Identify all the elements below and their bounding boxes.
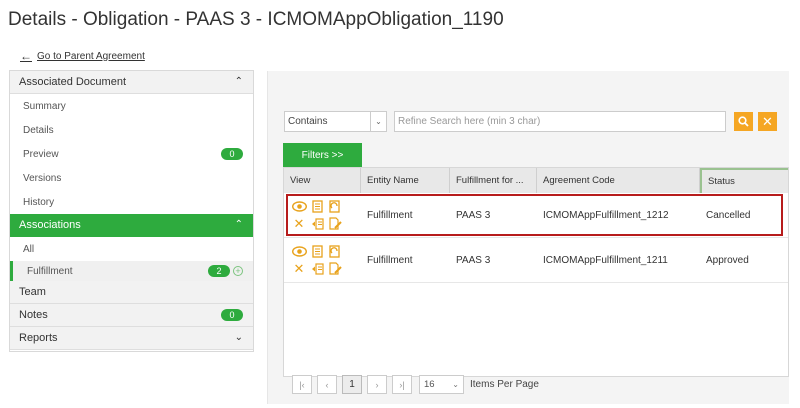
clear-search-button[interactable]: ✕	[758, 112, 777, 131]
cell-agreement-code: ICMOMAppFulfillment_1212	[543, 209, 669, 221]
chevron-up-icon: ⌃	[234, 219, 243, 230]
nav-item-all[interactable]: All	[10, 237, 253, 261]
count-badge: 0	[221, 148, 243, 160]
refresh-document-icon[interactable]	[327, 244, 343, 260]
filters-button[interactable]: Filters >>	[283, 143, 362, 167]
nav-item-label: Versions	[23, 172, 62, 184]
nav-item-label: All	[23, 243, 35, 255]
section-title: Team	[19, 286, 46, 298]
nav-item-fulfillment[interactable]: Fulfillment 2 +	[10, 261, 253, 281]
chevron-right-icon: ›	[375, 379, 379, 390]
column-header-agreement-code[interactable]: Agreement Code	[537, 168, 700, 193]
nav-item-versions[interactable]: Versions	[10, 166, 253, 190]
chevron-down-icon: ⌄	[234, 332, 243, 343]
document-icon[interactable]	[309, 244, 325, 260]
results-grid: View Entity Name Fulfillment for ... Agr…	[283, 167, 789, 377]
edit-document-icon[interactable]	[327, 261, 343, 277]
column-header-fulfillment-for[interactable]: Fulfillment for ...	[450, 168, 537, 193]
arrow-left-icon: ←	[20, 49, 32, 63]
table-row[interactable]: ✕ Fulfillment PAAS 3 ICMOMAppFulfillment…	[284, 238, 788, 283]
eye-icon[interactable]	[291, 199, 307, 215]
document-icon[interactable]	[309, 199, 325, 215]
page-title: Details - Obligation - PAAS 3 - ICMOMApp…	[8, 9, 504, 30]
search-icon	[738, 116, 749, 127]
row-actions: ✕	[284, 199, 361, 232]
search-input[interactable]: Refine Search here (min 3 char)	[394, 111, 726, 132]
page-size-select[interactable]: 16 ⌄	[419, 375, 464, 394]
cell-fulfillment-for: PAAS 3	[456, 209, 491, 221]
select-value: Contains	[288, 116, 328, 127]
chevron-down-icon: ⌄	[452, 380, 459, 389]
page-size-value: 16	[424, 379, 435, 390]
search-button[interactable]	[734, 112, 753, 131]
nav-item-preview[interactable]: Preview 0	[10, 142, 253, 166]
chevron-up-icon: ⌃	[234, 76, 243, 87]
first-page-icon: |‹	[299, 379, 305, 390]
cell-fulfillment-for: PAAS 3	[456, 254, 491, 266]
section-title: Notes	[19, 309, 48, 321]
count-badge: 0	[221, 309, 243, 321]
cell-entity-name: Fulfillment	[367, 254, 413, 266]
list-arrow-icon[interactable]	[309, 216, 325, 232]
section-notes[interactable]: Notes 0	[10, 304, 253, 327]
row-actions: ✕	[284, 244, 361, 277]
current-page[interactable]: 1	[342, 375, 362, 394]
column-header-view[interactable]: View	[284, 168, 361, 193]
cancel-icon[interactable]: ✕	[291, 261, 307, 277]
column-header-entity-name[interactable]: Entity Name	[361, 168, 450, 193]
items-per-page-label: Items Per Page	[470, 379, 539, 390]
nav-item-details[interactable]: Details	[10, 118, 253, 142]
nav-item-label: History	[23, 196, 55, 208]
next-page-button[interactable]: ›	[367, 375, 387, 394]
section-title: Associated Document	[19, 76, 126, 88]
section-associated-document[interactable]: Associated Document ⌃	[10, 71, 253, 94]
refresh-document-icon[interactable]	[327, 199, 343, 215]
close-icon: ✕	[762, 113, 773, 129]
nav-item-label: Summary	[23, 100, 66, 112]
section-team[interactable]: Team	[10, 281, 253, 304]
last-page-button[interactable]: ›|	[392, 375, 412, 394]
pagination: |‹ ‹ 1 › ›| 16 ⌄ Items Per Page	[292, 375, 539, 394]
section-reports[interactable]: Reports ⌄	[10, 327, 253, 350]
nav-item-label: Details	[23, 124, 54, 136]
cell-status: Cancelled	[706, 209, 751, 221]
edit-document-icon[interactable]	[327, 216, 343, 232]
nav-item-label: Preview	[23, 148, 59, 160]
parent-link-label: Go to Parent Agreement	[37, 50, 145, 62]
last-page-icon: ›|	[399, 379, 405, 390]
chevron-left-icon: ‹	[325, 379, 329, 390]
cell-agreement-code: ICMOMAppFulfillment_1211	[543, 254, 668, 266]
left-navigation-panel: Associated Document ⌃ Summary Details Pr…	[9, 70, 254, 352]
search-row: Contains ⌄ Refine Search here (min 3 cha…	[284, 111, 777, 132]
count-badge: 2	[208, 265, 230, 277]
table-row[interactable]: ✕ Fulfillment PAAS 3 ICMOMAppFulfillment…	[284, 193, 788, 238]
section-title: Reports	[19, 332, 58, 344]
search-operator-select[interactable]: Contains ⌄	[284, 111, 387, 132]
nav-item-summary[interactable]: Summary	[10, 94, 253, 118]
section-associations[interactable]: Associations ⌃	[10, 214, 253, 237]
chevron-down-icon: ⌄	[370, 112, 386, 131]
badge-wrap: 2 +	[208, 265, 243, 277]
column-header-status[interactable]: Status	[700, 168, 788, 193]
section-title: Associations	[19, 219, 81, 231]
nav-item-label: Fulfillment	[27, 265, 73, 277]
grid-header: View Entity Name Fulfillment for ... Agr…	[284, 168, 788, 193]
list-arrow-icon[interactable]	[309, 261, 325, 277]
nav-item-history[interactable]: History	[10, 190, 253, 214]
add-icon[interactable]: +	[233, 266, 243, 276]
cell-status: Approved	[706, 254, 749, 266]
prev-page-button[interactable]: ‹	[317, 375, 337, 394]
go-to-parent-agreement-link[interactable]: ← Go to Parent Agreement	[20, 49, 145, 63]
first-page-button[interactable]: |‹	[292, 375, 312, 394]
eye-icon[interactable]	[291, 244, 307, 260]
search-placeholder: Refine Search here (min 3 char)	[398, 116, 541, 127]
cancel-icon[interactable]: ✕	[291, 216, 307, 232]
cell-entity-name: Fulfillment	[367, 209, 413, 221]
content-area: Contains ⌄ Refine Search here (min 3 cha…	[267, 71, 789, 404]
